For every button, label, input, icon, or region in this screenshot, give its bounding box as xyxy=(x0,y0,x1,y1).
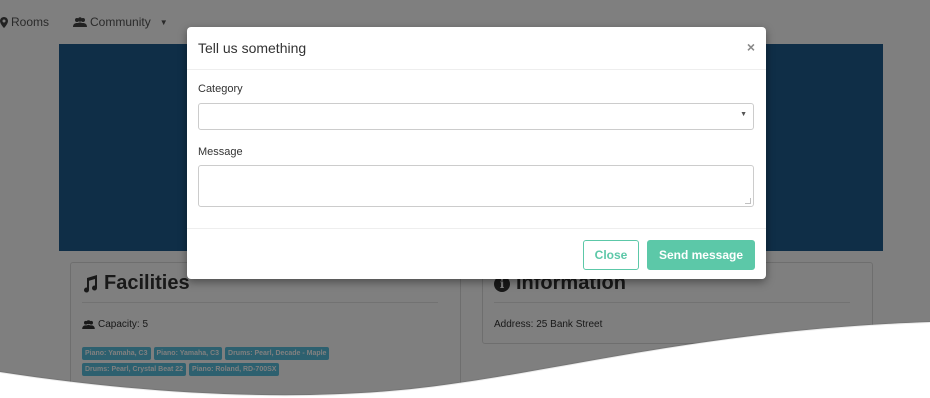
close-button[interactable]: Close xyxy=(583,240,639,270)
category-label: Category xyxy=(198,83,243,95)
send-message-button[interactable]: Send message xyxy=(647,240,755,270)
chevron-down-icon: ▼ xyxy=(740,111,747,118)
modal-header: Tell us something × xyxy=(187,27,766,70)
resize-handle-icon[interactable] xyxy=(745,198,751,204)
close-icon[interactable]: × xyxy=(747,39,755,55)
message-label: Message xyxy=(198,146,243,158)
modal-footer: Close Send message xyxy=(187,228,766,279)
feedback-modal: Tell us something × Category ▼ Message C… xyxy=(187,27,766,279)
modal-title: Tell us something xyxy=(198,40,307,56)
category-select[interactable]: ▼ xyxy=(198,103,754,130)
message-textarea[interactable] xyxy=(198,165,754,207)
